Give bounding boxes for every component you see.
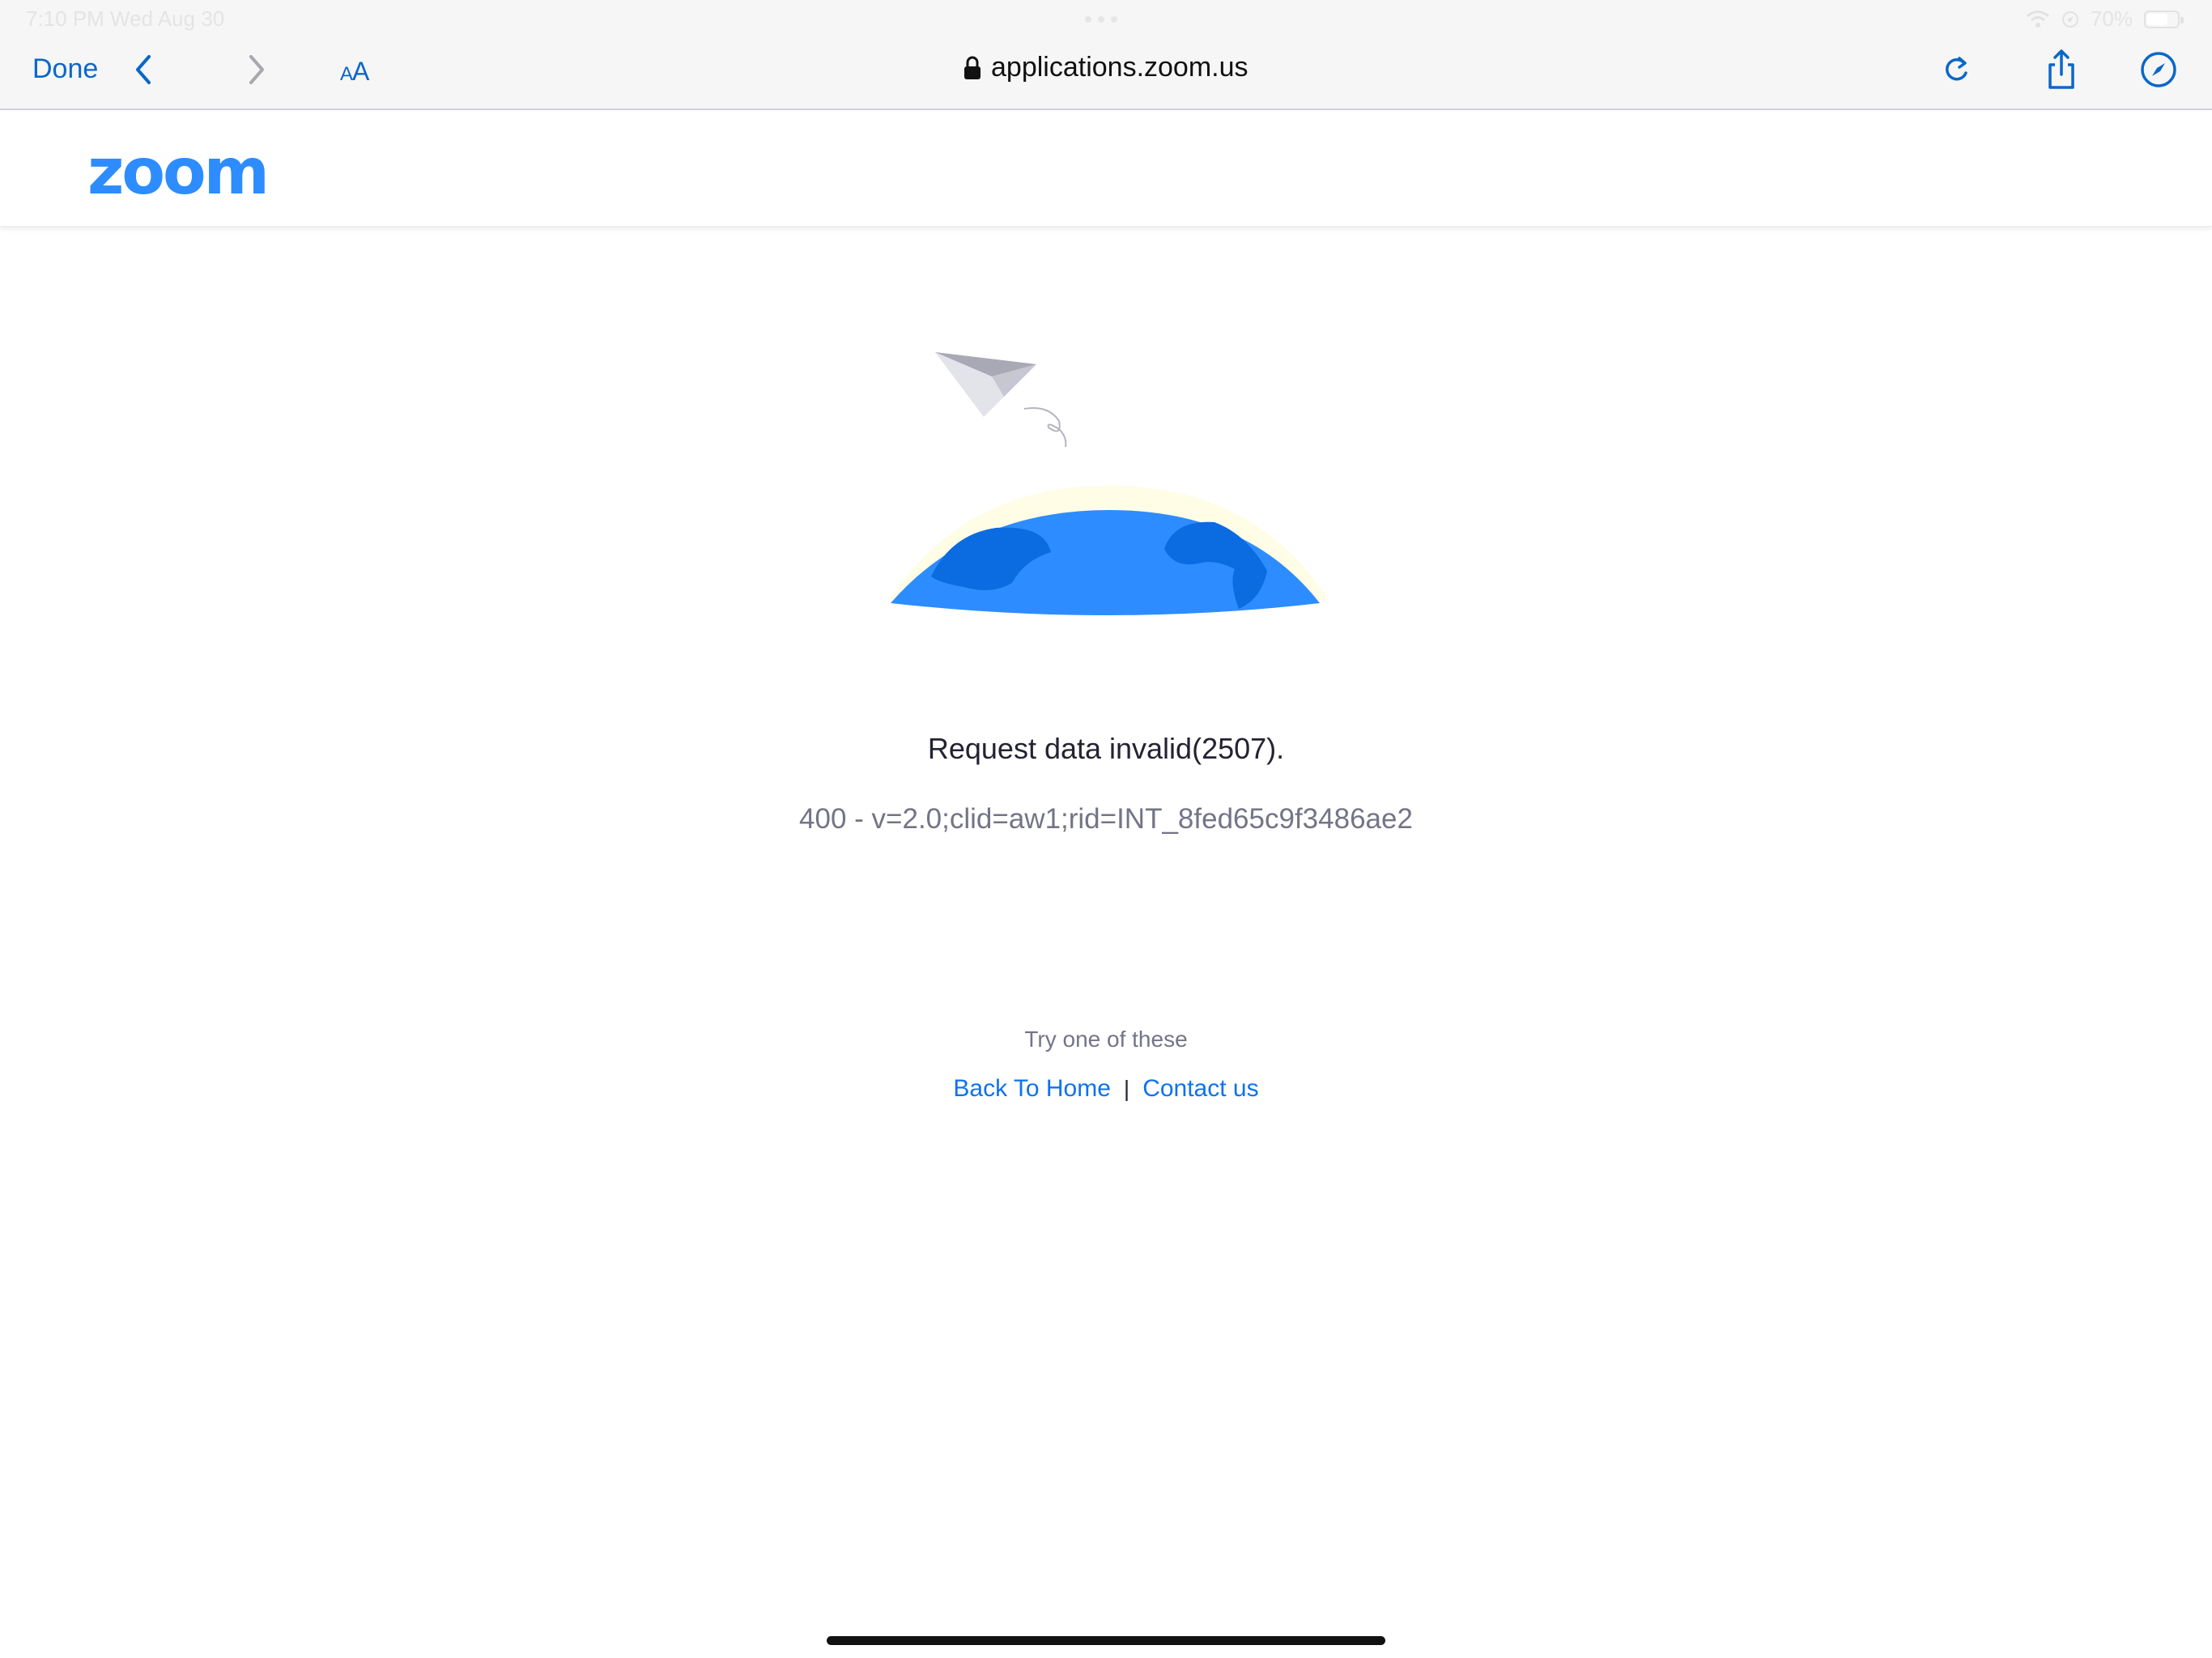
home-indicator[interactable] (827, 1636, 1385, 1645)
error-illustration (891, 352, 1328, 615)
done-button[interactable]: Done (32, 53, 98, 85)
url-text: applications.zoom.us (991, 52, 1249, 83)
suggestions-prompt: Try one of these (1024, 1027, 1188, 1052)
suggestion-links: Back To Home | Contact us (0, 1075, 2212, 1103)
lock-icon (964, 56, 981, 79)
link-separator: | (1123, 1076, 1130, 1101)
text-size-large: A (352, 57, 369, 86)
zoom-logo[interactable]: zoom (87, 136, 270, 209)
status-time: 7:10 PM Wed Aug 30 (26, 6, 225, 31)
multitasking-grabber[interactable] (1085, 16, 1117, 23)
share-icon[interactable] (2039, 47, 2084, 92)
status-indicators: 70% (2026, 6, 2184, 32)
error-detail: 400 - v=2.0;clid=aw1;rid=INT_8fed65c9f34… (799, 803, 1413, 835)
contact-us-link[interactable]: Contact us (1142, 1075, 1258, 1103)
flight-path (1023, 407, 1067, 448)
text-size-small: A (340, 63, 353, 85)
paper-plane-icon (935, 352, 1036, 417)
wifi-icon (2026, 10, 2049, 28)
browser-toolbar: Done AA applications.zoom.us (0, 37, 2212, 110)
compass-icon[interactable] (2136, 47, 2181, 92)
error-title: Request data invalid(2507). (927, 732, 1285, 765)
text-size-button[interactable]: AA (340, 57, 369, 87)
battery-percent: 70% (2090, 6, 2133, 31)
back-chevron-icon[interactable] (131, 52, 155, 87)
forward-chevron-icon[interactable] (245, 52, 269, 87)
address-bar[interactable]: applications.zoom.us (963, 52, 1249, 83)
back-to-home-link[interactable]: Back To Home (953, 1075, 1111, 1103)
status-bar: 7:10 PM Wed Aug 30 70% (0, 0, 2212, 37)
reload-icon[interactable] (1935, 47, 1980, 92)
site-header: zoom (0, 112, 2212, 227)
location-icon (2061, 11, 2078, 28)
battery-icon (2144, 10, 2184, 28)
